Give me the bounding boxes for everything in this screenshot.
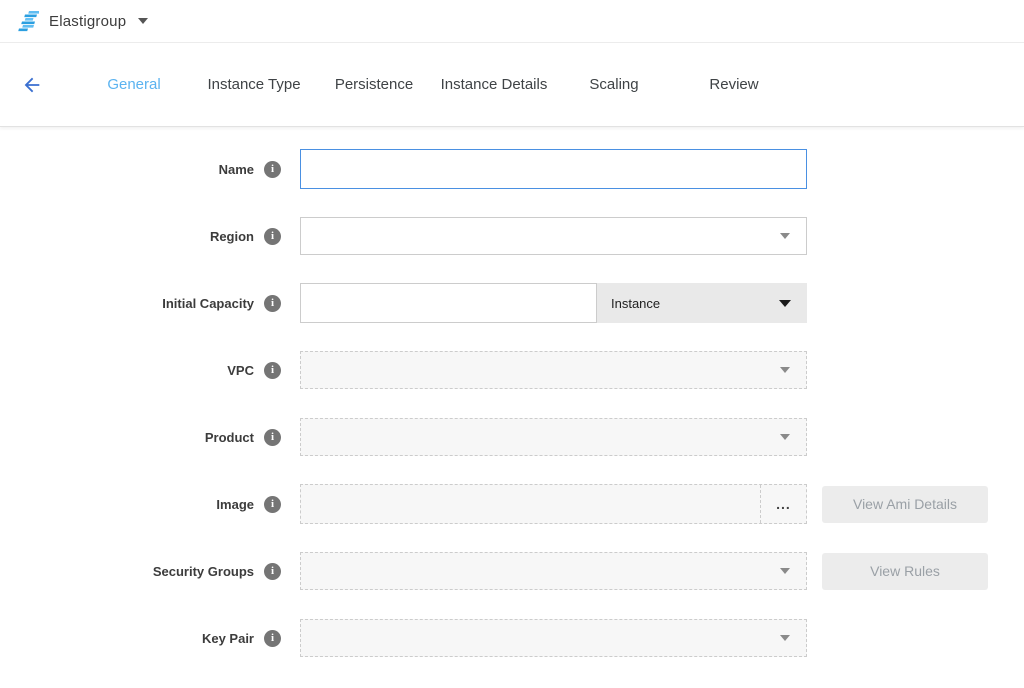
product-label: Product [205, 430, 254, 445]
app-switcher[interactable]: Elastigroup [14, 11, 148, 32]
chevron-down-icon [780, 568, 790, 574]
initial-capacity-input[interactable] [300, 283, 597, 323]
info-icon[interactable] [264, 161, 281, 178]
view-ami-details-button[interactable]: View Ami Details [822, 486, 988, 523]
security-groups-select [300, 552, 807, 590]
region-select[interactable] [300, 217, 807, 255]
capacity-unit-value: Instance [611, 296, 660, 311]
capacity-unit-select[interactable]: Instance [597, 283, 807, 323]
name-input[interactable] [300, 149, 807, 189]
form-row-vpc: VPC [0, 350, 1024, 390]
tab-instance-details[interactable]: Instance Details [434, 76, 554, 93]
key-pair-select [300, 619, 807, 657]
info-icon[interactable] [264, 429, 281, 446]
image-input [301, 485, 760, 523]
form-row-initial-capacity: Initial Capacity Instance [0, 283, 1024, 323]
region-label: Region [210, 229, 254, 244]
security-groups-label: Security Groups [153, 564, 254, 579]
info-icon[interactable] [264, 228, 281, 245]
info-icon[interactable] [264, 295, 281, 312]
chevron-down-icon [779, 300, 791, 307]
elastigroup-logo-icon [14, 11, 39, 32]
form-row-image: Image ... View Ami Details [0, 484, 1024, 524]
form-row-security-groups: Security Groups View Rules [0, 551, 1024, 591]
image-input-group: ... [300, 484, 807, 524]
product-select [300, 418, 807, 456]
form-row-key-pair: Key Pair [0, 618, 1024, 658]
key-pair-label: Key Pair [202, 631, 254, 646]
general-form: Name Region Initial Capacity Instance [0, 127, 1024, 658]
chevron-down-icon [780, 233, 790, 239]
chevron-down-icon [138, 18, 148, 24]
tab-general[interactable]: General [74, 76, 194, 93]
image-label: Image [216, 497, 254, 512]
info-icon[interactable] [264, 563, 281, 580]
form-row-product: Product [0, 417, 1024, 457]
form-row-name: Name [0, 149, 1024, 189]
view-rules-button[interactable]: View Rules [822, 553, 988, 590]
tab-navigation: General Instance Type Persistence Instan… [0, 43, 1024, 127]
chevron-down-icon [780, 434, 790, 440]
tab-instance-type[interactable]: Instance Type [194, 76, 314, 93]
chevron-down-icon [780, 635, 790, 641]
topbar: Elastigroup [0, 0, 1024, 43]
name-label: Name [219, 162, 254, 177]
form-row-region: Region [0, 216, 1024, 256]
app-name: Elastigroup [49, 13, 126, 30]
info-icon[interactable] [264, 630, 281, 647]
info-icon[interactable] [264, 362, 281, 379]
back-arrow-icon [21, 74, 43, 96]
initial-capacity-label: Initial Capacity [162, 296, 254, 311]
tab-scaling[interactable]: Scaling [554, 76, 674, 93]
vpc-select [300, 351, 807, 389]
back-arrow-button[interactable] [20, 73, 44, 97]
chevron-down-icon [780, 367, 790, 373]
info-icon[interactable] [264, 496, 281, 513]
image-browse-button[interactable]: ... [760, 485, 806, 523]
tab-list: General Instance Type Persistence Instan… [74, 76, 794, 93]
vpc-label: VPC [227, 363, 254, 378]
tab-persistence[interactable]: Persistence [314, 76, 434, 93]
tab-review[interactable]: Review [674, 76, 794, 93]
